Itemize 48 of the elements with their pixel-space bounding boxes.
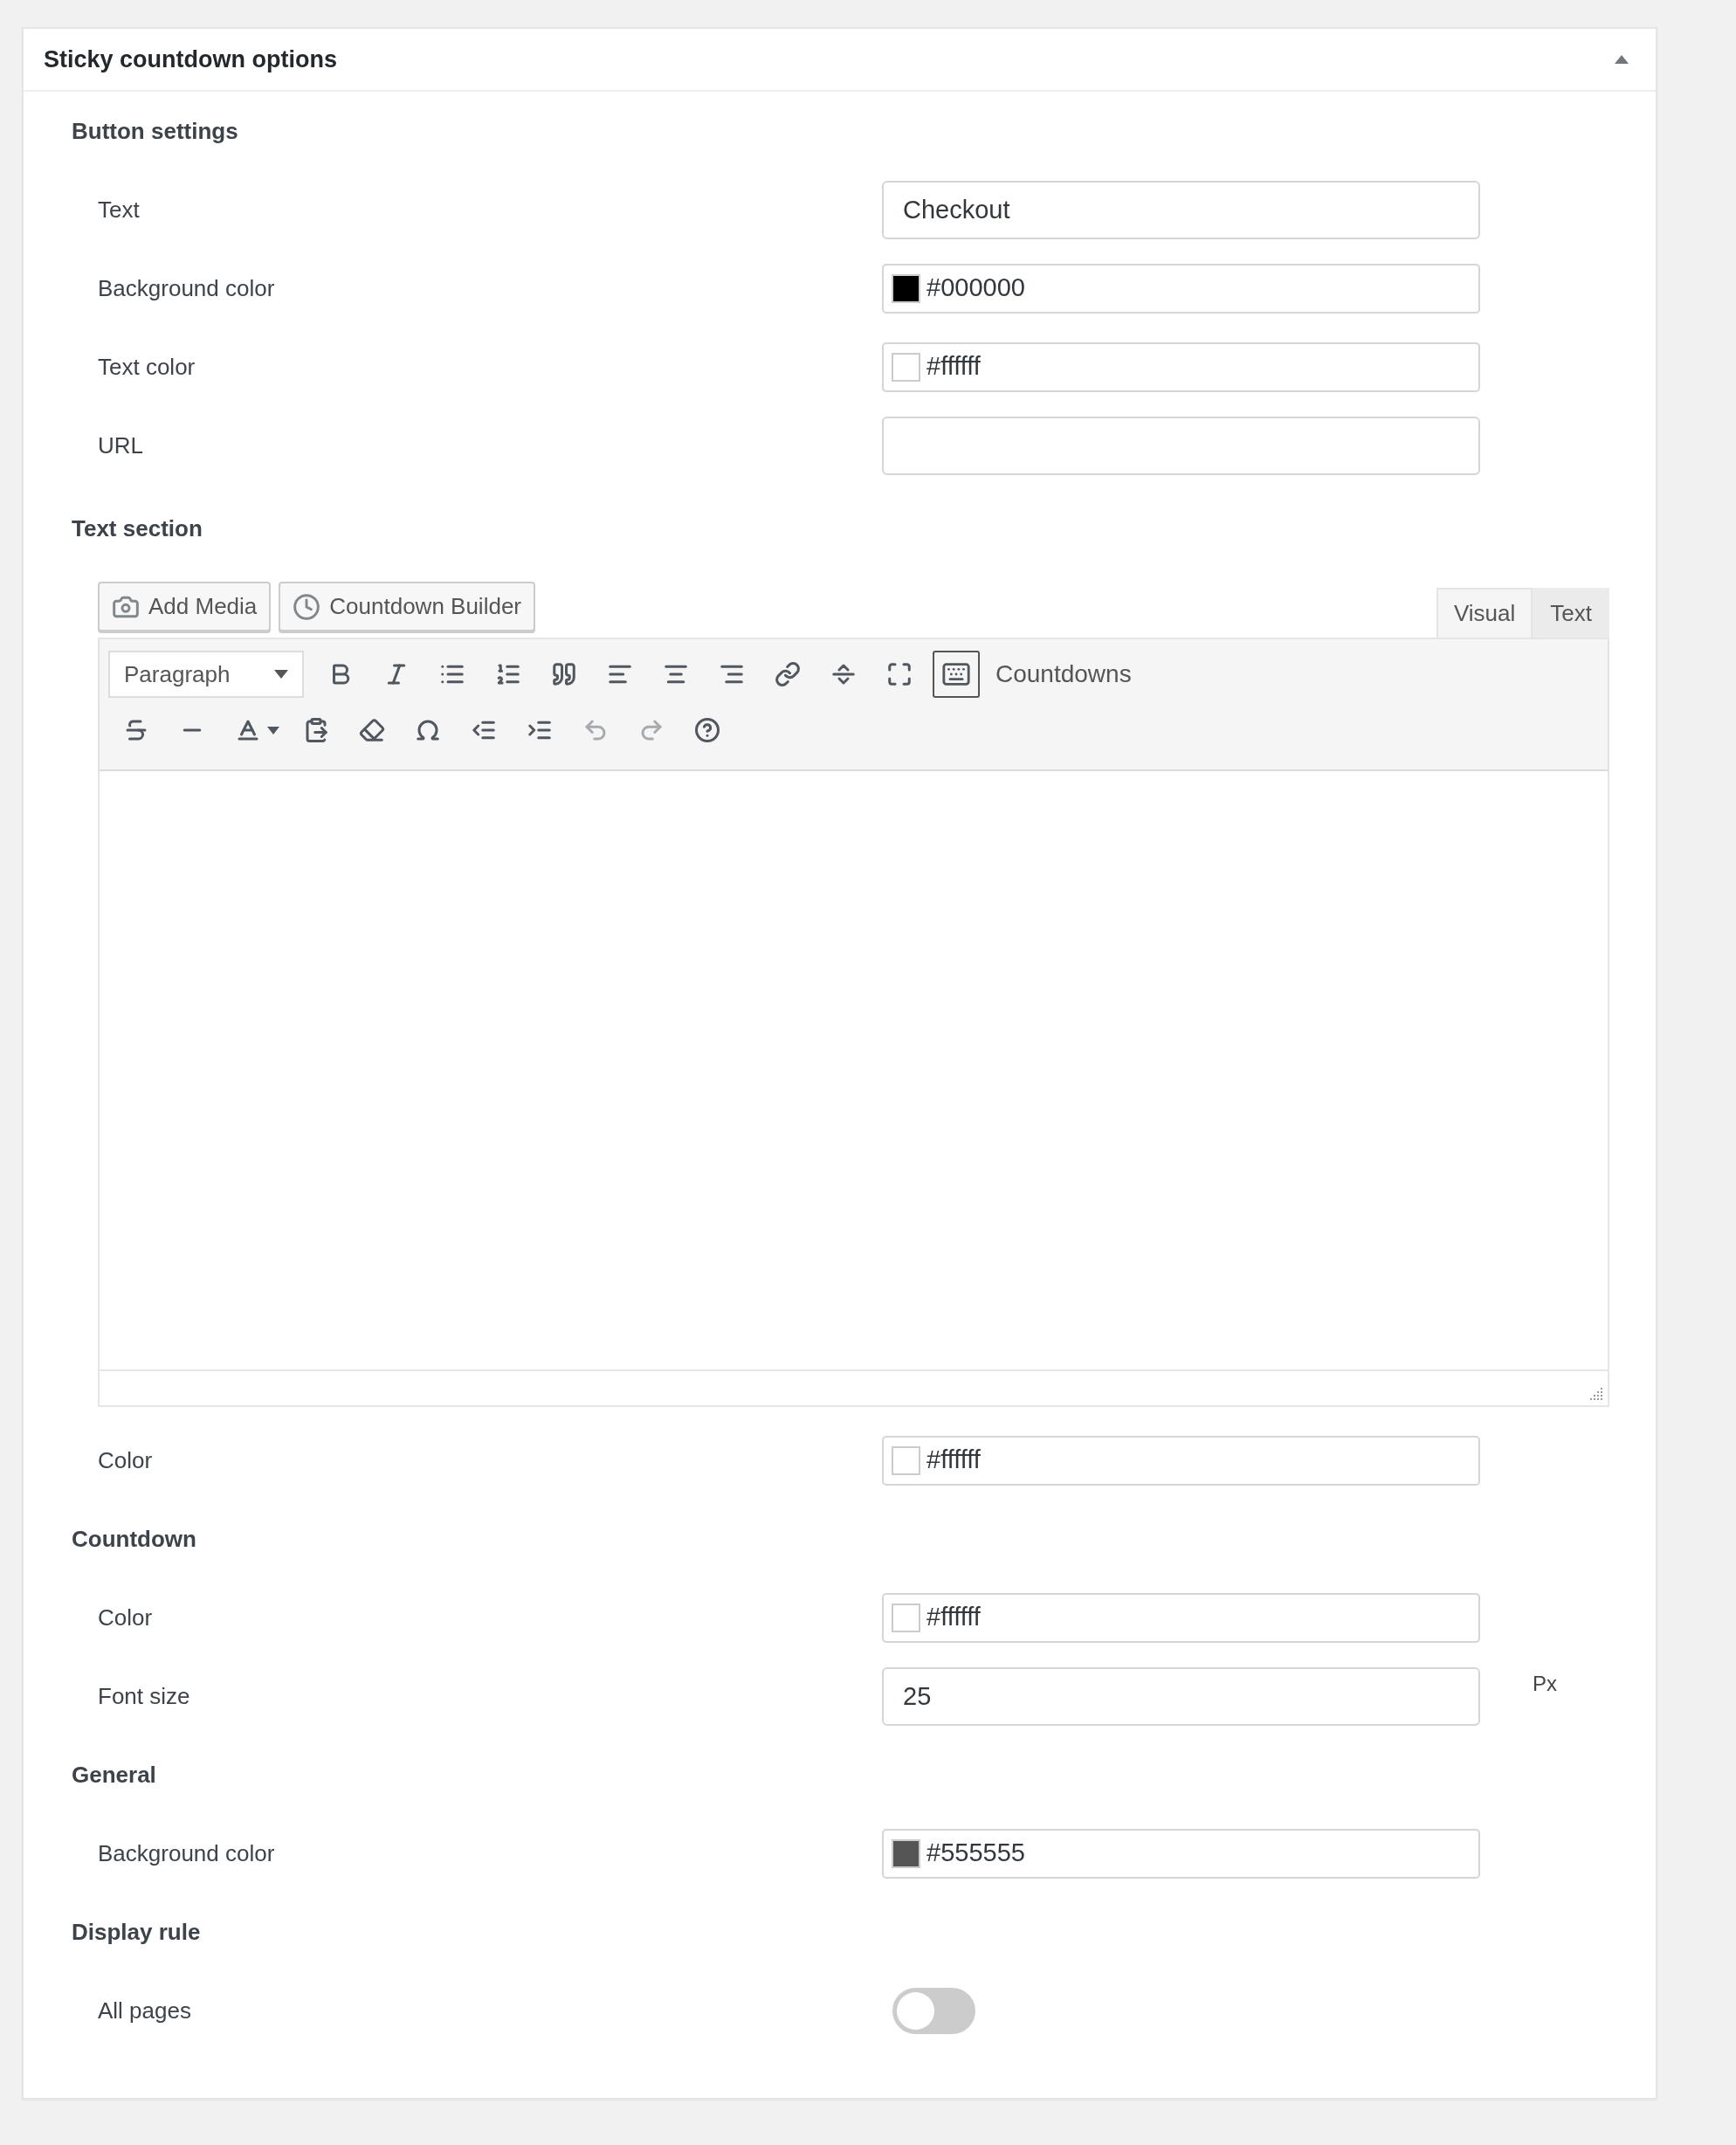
color-field[interactable]: #ffffff: [882, 1592, 1480, 1643]
field-label: Background color: [98, 1838, 276, 1868]
field-label: Color: [98, 1603, 154, 1632]
field-label: URL: [98, 431, 144, 460]
color-value: #ffffff: [927, 351, 981, 383]
collapse-arrow-icon[interactable]: [1615, 55, 1629, 64]
panel-title: Sticky countdown options: [44, 45, 337, 74]
media-button[interactable]: Add Media: [98, 582, 272, 631]
eraser-icon[interactable]: [359, 717, 385, 743]
paste-icon[interactable]: [303, 717, 329, 743]
color-field[interactable]: #ffffff: [882, 1435, 1480, 1486]
field-label: Color: [98, 1445, 154, 1475]
color-field[interactable]: #ffffff: [882, 341, 1480, 392]
section-heading: Display rule: [72, 1917, 201, 1947]
media-button[interactable]: Countdown Builder: [279, 582, 535, 631]
color-value: #ffffff: [927, 1445, 981, 1476]
help-icon[interactable]: [694, 717, 720, 743]
caret-icon[interactable]: [267, 726, 279, 735]
section-heading: Text section: [72, 514, 203, 543]
editor-tab[interactable]: Text: [1533, 588, 1609, 638]
field-label: Text color: [98, 352, 196, 382]
countdowns-button-icon[interactable]: [933, 651, 980, 698]
section-heading: Button settings: [72, 116, 238, 146]
color-field[interactable]: #555555: [882, 1828, 1480, 1879]
clock-icon: [293, 592, 321, 621]
color-field[interactable]: #000000: [882, 263, 1480, 314]
color-value: #000000: [927, 272, 1025, 304]
section-heading: General: [72, 1760, 156, 1790]
link-icon[interactable]: [775, 661, 801, 687]
resize-grip-icon: [1588, 1386, 1604, 1402]
quote-icon[interactable]: [551, 661, 577, 687]
section-heading: Countdown: [72, 1524, 196, 1554]
text-field[interactable]: [882, 416, 1480, 475]
countdowns-button[interactable]: Countdowns: [995, 656, 1132, 693]
format-select[interactable]: Paragraph: [108, 651, 304, 698]
field-label: All pages: [98, 1996, 192, 2025]
editor-tab[interactable]: Visual: [1436, 588, 1533, 638]
color-value: #ffffff: [927, 1602, 981, 1633]
caret-icon: [274, 670, 288, 679]
unit-label: Px: [1533, 1671, 1557, 1697]
toggle-switch[interactable]: [892, 1987, 975, 2034]
field-label: Font size: [98, 1681, 191, 1711]
text-field[interactable]: Checkout: [882, 180, 1480, 239]
color-value: #555555: [927, 1838, 1025, 1869]
text-field[interactable]: 25: [882, 1666, 1480, 1726]
field-label: Background color: [98, 273, 276, 303]
field-label: Text: [98, 195, 141, 224]
fullscreen-icon[interactable]: [886, 661, 913, 687]
